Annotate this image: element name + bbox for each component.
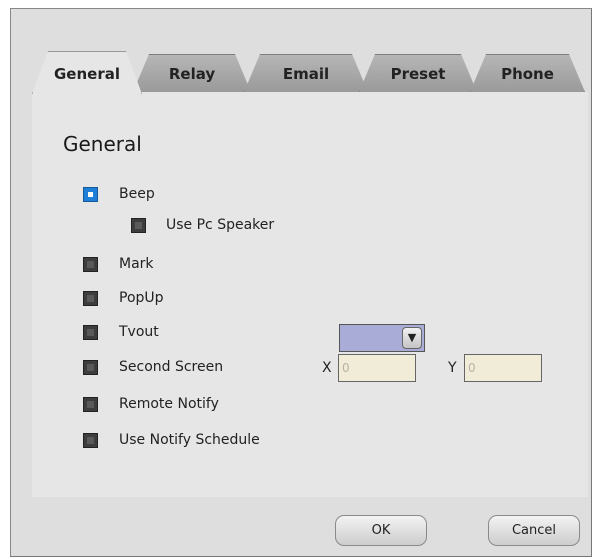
tvout-label: Tvout	[119, 324, 159, 340]
tab-bar: General Relay Email Preset Phone	[11, 9, 591, 93]
beep-label: Beep	[119, 186, 155, 202]
tab-email[interactable]: Email	[244, 54, 368, 92]
second-screen-checkbox[interactable]	[83, 360, 98, 375]
tab-general[interactable]: General	[32, 51, 142, 94]
tvout-select[interactable]: ▼	[339, 324, 425, 352]
use-notify-schedule-label: Use Notify Schedule	[119, 432, 260, 448]
popup-label: PopUp	[119, 290, 164, 306]
cancel-button[interactable]: Cancel	[488, 515, 580, 546]
general-panel: General Beep Use Pc Speaker Mark PopUp T…	[32, 92, 588, 497]
mark-label: Mark	[119, 256, 154, 272]
remote-notify-checkbox[interactable]	[83, 397, 98, 412]
popup-checkbox[interactable]	[83, 291, 98, 306]
use-notify-schedule-checkbox[interactable]	[83, 433, 98, 448]
use-pc-speaker-checkbox[interactable]	[131, 218, 146, 233]
beep-checkbox[interactable]	[83, 187, 98, 202]
x-coord-label: X	[322, 360, 332, 376]
second-screen-label: Second Screen	[119, 359, 224, 375]
settings-dialog: General Relay Email Preset Phone General…	[10, 8, 592, 557]
y-coord-label: Y	[448, 360, 457, 376]
use-pc-speaker-label: Use Pc Speaker	[166, 217, 275, 233]
x-coord-input[interactable]	[338, 354, 416, 382]
tab-preset[interactable]: Preset	[359, 54, 477, 92]
ok-button[interactable]: OK	[335, 515, 427, 546]
tvout-checkbox[interactable]	[83, 325, 98, 340]
panel-title: General	[63, 132, 142, 156]
tab-relay[interactable]: Relay	[133, 54, 251, 92]
chevron-down-icon[interactable]: ▼	[402, 327, 422, 349]
y-coord-input[interactable]	[464, 354, 542, 382]
tab-phone[interactable]: Phone	[470, 54, 585, 92]
remote-notify-label: Remote Notify	[119, 396, 219, 412]
mark-checkbox[interactable]	[83, 257, 98, 272]
